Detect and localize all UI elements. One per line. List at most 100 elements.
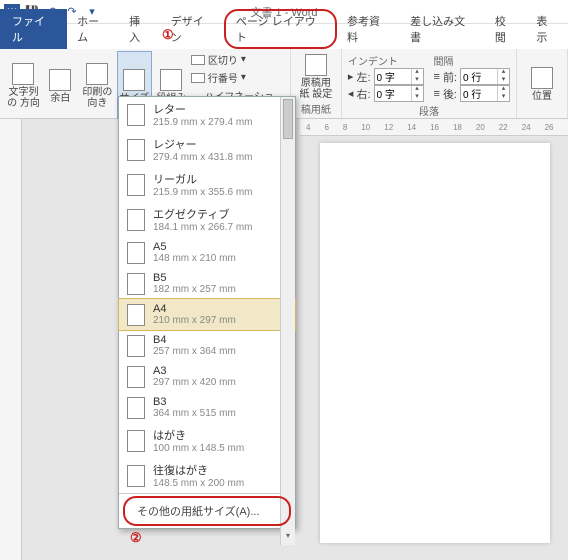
tab-view[interactable]: 表示 [526, 9, 568, 49]
size-name: リーガル [153, 171, 252, 187]
size-name: はがき [153, 427, 244, 443]
size-dimensions: 184.1 mm x 266.7 mm [153, 222, 252, 233]
position-button[interactable]: 位置 [523, 51, 561, 116]
size-option-エグゼクティブ[interactable]: エグゼクティブ184.1 mm x 266.7 mm [119, 202, 295, 237]
size-name: B3 [153, 396, 236, 408]
size-option-レター[interactable]: レター215.9 mm x 279.4 mm [119, 97, 295, 132]
size-name: エグゼクティブ [153, 206, 252, 222]
page-icon [127, 104, 145, 126]
indent-right-icon: ◂ [348, 87, 354, 100]
line-numbers-button[interactable]: 行番号▾ [191, 69, 284, 86]
size-option-往復はがき[interactable]: 往復はがき148.5 mm x 200 mm [119, 458, 295, 493]
page-icon [127, 242, 145, 264]
size-option-はがき[interactable]: はがき100 mm x 148.5 mm [119, 423, 295, 458]
spacing-after-input[interactable]: ▴▾ [460, 85, 510, 102]
size-option-a5[interactable]: A5148 mm x 210 mm [119, 237, 295, 268]
size-dimensions: 100 mm x 148.5 mm [153, 443, 244, 454]
page-icon [127, 174, 145, 196]
dropdown-scrollbar[interactable]: ▴ ▾ [280, 97, 295, 545]
size-option-b4[interactable]: B4257 mm x 364 mm [119, 330, 295, 361]
vertical-ruler [0, 119, 22, 560]
size-name: 往復はがき [153, 462, 244, 478]
size-name: B4 [153, 334, 236, 346]
document-page[interactable] [320, 143, 550, 543]
separator [119, 493, 295, 494]
breaks-button[interactable]: 区切り▾ [191, 51, 284, 68]
size-icon [123, 69, 145, 91]
size-dimensions: 279.4 mm x 431.8 mm [153, 152, 252, 163]
indent-left-icon: ▸ [348, 70, 354, 83]
margins-button[interactable]: 余白 [43, 51, 78, 119]
size-option-a3[interactable]: A3297 mm x 420 mm [119, 361, 295, 392]
size-name: A3 [153, 365, 236, 377]
size-option-リーガル[interactable]: リーガル215.9 mm x 355.6 mm [119, 167, 295, 202]
page-icon [127, 366, 145, 388]
indent-label: インデント [348, 53, 424, 68]
size-name: B5 [153, 272, 236, 284]
ruler-tick: 20 [476, 123, 485, 132]
page-icon [127, 139, 145, 161]
linenum-icon [191, 73, 205, 83]
tab-mailings[interactable]: 差し込み文書 [400, 9, 485, 49]
position-icon [531, 67, 553, 89]
down-arrow-icon[interactable]: ▾ [497, 94, 509, 102]
size-name: レジャー [153, 136, 252, 152]
indent-left-input[interactable]: ▴▾ [374, 68, 424, 85]
size-option-レジャー[interactable]: レジャー279.4 mm x 431.8 mm [119, 132, 295, 167]
page-icon [127, 273, 145, 295]
tab-insert[interactable]: 挿入 [119, 9, 161, 49]
size-name: A4 [153, 303, 236, 315]
down-arrow-icon[interactable]: ▾ [411, 94, 423, 102]
ruler-tick: 8 [343, 123, 347, 132]
ruler-tick: 26 [545, 123, 554, 132]
tab-review[interactable]: 校閲 [485, 9, 527, 49]
size-name: A5 [153, 241, 236, 253]
indent-right-input[interactable]: ▴▾ [374, 85, 424, 102]
size-dimensions: 215.9 mm x 279.4 mm [153, 117, 252, 128]
page-icon [127, 465, 145, 487]
down-arrow-icon[interactable]: ▾ [411, 77, 423, 85]
ruler-tick: 14 [407, 123, 416, 132]
tab-page-layout[interactable]: ページ レイアウト [224, 9, 337, 49]
spacing-before-icon: ≡ [434, 71, 440, 83]
spacing-label: 間隔 [434, 53, 510, 68]
size-name: レター [153, 101, 252, 117]
ruler-tick: 12 [384, 123, 393, 132]
size-dimensions: 148 mm x 210 mm [153, 253, 236, 264]
scroll-down-icon[interactable]: ▾ [281, 531, 295, 545]
orientation-button[interactable]: 印刷の 向き [80, 51, 115, 119]
size-dimensions: 257 mm x 364 mm [153, 346, 236, 357]
horizontal-ruler: 46810121416182022242628 [300, 119, 568, 136]
ruler-tick: 6 [324, 123, 328, 132]
size-dimensions: 297 mm x 420 mm [153, 377, 236, 388]
scroll-thumb[interactable] [283, 99, 293, 139]
size-option-b3[interactable]: B3364 mm x 515 mm [119, 392, 295, 423]
genkou-icon [305, 54, 327, 76]
tab-file[interactable]: ファイル [0, 9, 67, 49]
chevron-down-icon: ▾ [241, 72, 246, 83]
genkou-button[interactable]: 原稿用紙 設定 [297, 51, 335, 100]
ruler-tick: 24 [522, 123, 531, 132]
size-dimensions: 210 mm x 297 mm [153, 315, 236, 326]
paragraph-group-label: 段落 [348, 102, 510, 118]
down-arrow-icon[interactable]: ▾ [497, 77, 509, 85]
more-paper-sizes[interactable]: その他の用紙サイズ(A)... [123, 496, 291, 526]
size-option-b5[interactable]: B5182 mm x 257 mm [119, 268, 295, 299]
ruler-tick: 4 [306, 123, 310, 132]
chevron-down-icon: ▾ [241, 54, 246, 65]
breaks-icon [191, 55, 205, 65]
text-direction-button[interactable]: 文字列の 方向 [6, 51, 41, 119]
spacing-before-input[interactable]: ▴▾ [460, 68, 510, 85]
columns-icon [160, 69, 182, 91]
size-option-a4[interactable]: A4210 mm x 297 mm [118, 298, 296, 331]
text-direction-icon [12, 63, 34, 85]
tab-references[interactable]: 参考資料 [337, 9, 400, 49]
size-dimensions: 215.9 mm x 355.6 mm [153, 187, 252, 198]
paragraph-group: インデント ▸左:▴▾ ◂右:▴▾ 間隔 ≡前:▴▾ ≡後:▴▾ 段落 [342, 49, 517, 118]
size-dropdown: ▴ ▾ レター215.9 mm x 279.4 mmレジャー279.4 mm x… [118, 96, 296, 529]
genkou-group-label: 稿用紙 [297, 100, 335, 116]
tab-home[interactable]: ホーム [67, 9, 119, 49]
page-icon [127, 335, 145, 357]
annotation-1: ① [162, 27, 174, 43]
size-dimensions: 182 mm x 257 mm [153, 284, 236, 295]
